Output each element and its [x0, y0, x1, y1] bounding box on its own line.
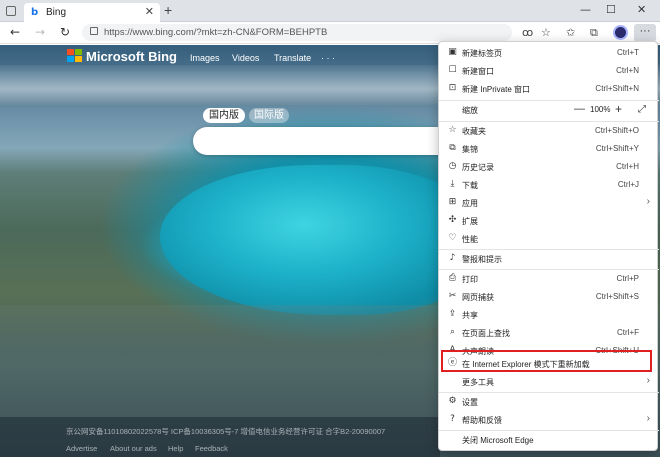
- menu-item-new-tab[interactable]: ▣ 新建标签页 Ctrl+T: [439, 44, 659, 62]
- tab-close-icon[interactable]: ✕: [145, 5, 154, 18]
- profile-avatar[interactable]: [613, 25, 628, 40]
- nav-images[interactable]: Images: [190, 53, 220, 63]
- bing-logo-text[interactable]: Microsoft Bing: [86, 49, 177, 64]
- read-aloud-icon[interactable]: ꝏ: [522, 26, 533, 39]
- forward-icon[interactable]: →: [35, 25, 45, 39]
- capture-icon: ✂: [448, 291, 457, 301]
- menu-item-share[interactable]: ⇪ 共享: [439, 306, 659, 324]
- menu-item-help[interactable]: ? 帮助和反馈 ›: [439, 411, 659, 429]
- new-tab-icon: ▣: [448, 47, 457, 57]
- chevron-right-icon: ›: [646, 196, 650, 207]
- url-text[interactable]: https://www.bing.com/?mkt=zh-CN&FORM=BEH…: [104, 27, 327, 38]
- menu-item-print[interactable]: ⎙ 打印 Ctrl+P: [439, 270, 659, 288]
- minimize-icon[interactable]: —: [580, 3, 591, 16]
- collections-icon: ⧉: [449, 143, 456, 153]
- favorites-icon[interactable]: ✩: [566, 26, 575, 39]
- menu-item-history[interactable]: ◷ 历史记录 Ctrl+H: [439, 158, 659, 176]
- nav-translate[interactable]: Translate: [274, 53, 311, 63]
- apps-icon: ⊞: [448, 197, 457, 207]
- window-close-icon[interactable]: ✕: [637, 3, 646, 16]
- highlight-box-ie-mode: [441, 350, 652, 372]
- history-icon: ◷: [448, 161, 457, 171]
- zoom-label: 缩放: [462, 106, 478, 115]
- address-bar[interactable]: https://www.bing.com/?mkt=zh-CN&FORM=BEH…: [82, 24, 512, 41]
- gear-icon: ⚙: [448, 396, 457, 406]
- menu-item-web-capture[interactable]: ✂ 网页捕获 Ctrl+Shift+S: [439, 288, 659, 306]
- bing-favicon-icon: b: [31, 7, 39, 18]
- toggle-domestic[interactable]: 国内版: [203, 108, 245, 123]
- fullscreen-icon[interactable]: ⤢: [638, 104, 646, 115]
- lake-image: [160, 165, 480, 315]
- microsoft-logo-icon: [67, 49, 82, 62]
- zoom-in-button[interactable]: +: [615, 102, 622, 116]
- download-icon: ⤓: [450, 179, 455, 189]
- toggle-international[interactable]: 国际版: [249, 108, 289, 123]
- menu-item-favorites[interactable]: ☆ 收藏夹 Ctrl+Shift+O: [439, 122, 659, 140]
- window-icon[interactable]: [6, 6, 16, 16]
- zoom-level: 100%: [590, 105, 611, 114]
- menu-item-new-window[interactable]: ☐ 新建窗口 Ctrl+N: [439, 62, 659, 80]
- bing-search-input[interactable]: [193, 127, 453, 155]
- menu-item-find[interactable]: ⌕ 在页面上查找 Ctrl+F: [439, 324, 659, 342]
- menu-item-more-tools[interactable]: 更多工具 ›: [439, 373, 659, 391]
- menu-item-collections[interactable]: ⧉ 集锦 Ctrl+Shift+Y: [439, 140, 659, 158]
- chevron-right-icon: ›: [646, 413, 650, 424]
- inprivate-icon: ⊡: [448, 83, 457, 93]
- back-icon[interactable]: ←: [10, 25, 20, 39]
- print-icon: ⎙: [448, 273, 457, 283]
- menu-item-downloads[interactable]: ⤓ 下载 Ctrl+J: [439, 176, 659, 194]
- tab-bing[interactable]: b Bing ✕: [24, 3, 160, 22]
- menu-item-close-edge[interactable]: 关闭 Microsoft Edge: [439, 431, 659, 449]
- share-icon: ⇪: [448, 309, 457, 319]
- nav-more[interactable]: · · ·: [321, 53, 335, 63]
- find-icon: ⌕: [449, 327, 456, 337]
- footer-about-ads[interactable]: About our ads: [110, 444, 157, 453]
- menu-item-inprivate[interactable]: ⊡ 新建 InPrivate 窗口 Ctrl+Shift+N: [439, 80, 659, 98]
- menu-item-performance[interactable]: ♡ 性能: [439, 230, 659, 248]
- favorite-star-icon[interactable]: ☆: [541, 26, 551, 39]
- maximize-icon[interactable]: ☐: [606, 3, 616, 16]
- footer-feedback[interactable]: Feedback: [195, 444, 228, 453]
- settings-and-more-menu: ▣ 新建标签页 Ctrl+T ☐ 新建窗口 Ctrl+N ⊡ 新建 InPriv…: [438, 41, 659, 451]
- nav-videos[interactable]: Videos: [232, 53, 259, 63]
- refresh-icon[interactable]: ↻: [60, 25, 70, 39]
- tab-title: Bing: [46, 7, 67, 18]
- menu-item-apps[interactable]: ⊞ 应用 ›: [439, 194, 659, 212]
- footer-advertise[interactable]: Advertise: [66, 444, 97, 453]
- bell-icon: ♪: [449, 253, 456, 263]
- footer-legal-text: 京公网安备11010802022578号 ICP备10036305号-7 增值电…: [66, 427, 386, 436]
- tab-strip: b Bing ✕ + — ☐ ✕: [0, 0, 660, 22]
- zoom-out-button[interactable]: —: [574, 103, 585, 115]
- extensions-icon: ✣: [448, 215, 457, 225]
- new-window-icon: ☐: [448, 65, 457, 75]
- footer-help[interactable]: Help: [168, 444, 183, 453]
- menu-item-alerts[interactable]: ♪ 警报和提示: [439, 250, 659, 268]
- new-tab-plus-icon[interactable]: +: [164, 2, 172, 18]
- favorites-icon: ☆: [448, 125, 457, 135]
- collections-icon[interactable]: ⧉: [590, 26, 598, 40]
- help-icon: ?: [450, 414, 455, 424]
- chevron-right-icon: ›: [646, 375, 650, 386]
- menu-zoom-row: 缩放 — 100% + ⤢: [439, 101, 659, 119]
- menu-item-settings[interactable]: ⚙ 设置: [439, 393, 659, 411]
- lock-icon[interactable]: [90, 27, 98, 35]
- performance-icon: ♡: [448, 233, 457, 243]
- menu-item-extensions[interactable]: ✣ 扩展: [439, 212, 659, 230]
- settings-more-button[interactable]: ···: [634, 24, 656, 42]
